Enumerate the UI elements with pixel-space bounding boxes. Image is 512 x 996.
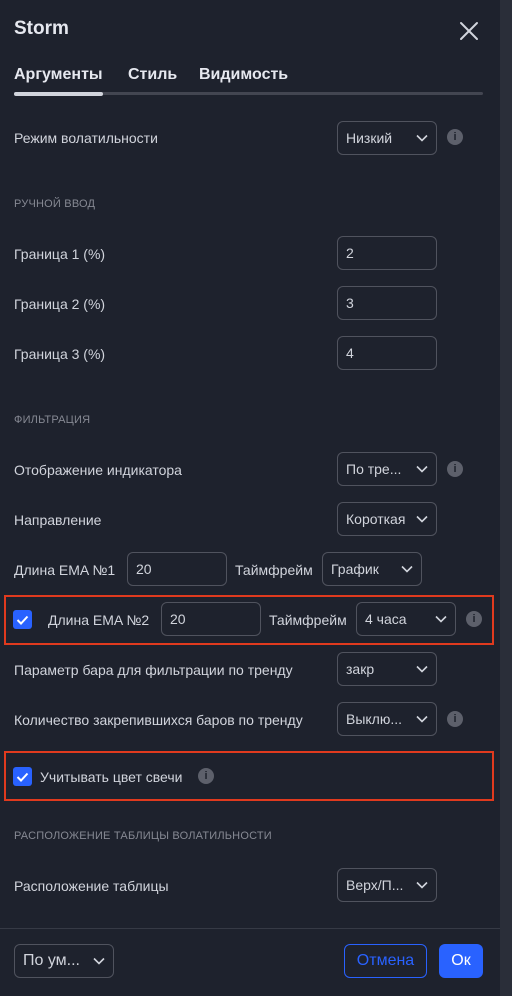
indicator-display-label: Отображение индикатора: [14, 462, 182, 478]
ema1-timeframe-label: Таймфрейм: [235, 562, 313, 578]
bar-param-label: Параметр бара для фильтрации по тренду: [14, 662, 293, 678]
chevron-down-icon: [416, 465, 428, 473]
border2-value: 3: [346, 295, 354, 311]
border3-input[interactable]: 4: [337, 336, 437, 370]
info-icon[interactable]: i: [447, 461, 463, 477]
footer-divider: [0, 928, 500, 929]
scrollbar-edge: [500, 0, 512, 996]
bar-param-value: закр: [346, 661, 375, 677]
info-icon[interactable]: i: [447, 711, 463, 727]
table-placement-select[interactable]: Верх/П...: [337, 868, 437, 902]
ema1-value: 20: [136, 561, 152, 577]
tab-style[interactable]: Стиль: [128, 66, 177, 84]
ema2-checkbox[interactable]: [13, 610, 32, 629]
border3-label: Граница 3 (%): [14, 346, 106, 362]
close-button[interactable]: [456, 18, 482, 44]
chevron-down-icon: [416, 134, 428, 142]
bars-count-label: Количество закрепившихся баров по тренду: [14, 712, 303, 728]
border1-label: Граница 1 (%): [14, 246, 106, 262]
border2-label: Граница 2 (%): [14, 296, 106, 312]
chevron-down-icon: [401, 565, 413, 573]
checkmark-icon: [16, 772, 29, 782]
volatility-value: Низкий: [346, 130, 393, 146]
ema1-input[interactable]: 20: [127, 552, 227, 586]
direction-value: Короткая: [346, 511, 406, 527]
section-filter: ФИЛЬТРАЦИЯ: [14, 414, 91, 426]
chevron-down-icon: [93, 957, 105, 965]
direction-select[interactable]: Короткая: [337, 502, 437, 536]
chevron-down-icon: [416, 715, 428, 723]
indicator-display-select[interactable]: По тре...: [337, 452, 437, 486]
ema2-timeframe-value: 4 часа: [365, 611, 407, 627]
ema2-label: Длина EMA №2: [48, 612, 150, 628]
checkmark-icon: [16, 615, 29, 625]
ema1-timeframe-select[interactable]: График: [322, 552, 422, 586]
border2-input[interactable]: 3: [337, 286, 437, 320]
chevron-down-icon: [435, 615, 447, 623]
bar-param-select[interactable]: закр: [337, 652, 437, 686]
bars-count-select[interactable]: Выклю...: [337, 702, 437, 736]
chevron-down-icon: [416, 881, 428, 889]
tab-visibility[interactable]: Видимость: [199, 66, 288, 84]
border3-value: 4: [346, 345, 354, 361]
border1-input[interactable]: 2: [337, 236, 437, 270]
ema1-timeframe-value: График: [331, 561, 379, 577]
section-table-placement: РАСПОЛОЖЕНИЕ ТАБЛИЦЫ ВОЛАТИЛЬНОСТИ: [14, 830, 272, 842]
ema1-label: Длина EMA №1: [14, 562, 116, 578]
tab-arguments[interactable]: Аргументы: [14, 66, 103, 84]
info-icon[interactable]: i: [198, 768, 214, 784]
defaults-value: По ум...: [23, 952, 80, 969]
chevron-down-icon: [416, 515, 428, 523]
ok-button[interactable]: Ок: [439, 944, 483, 978]
bars-count-value: Выклю...: [346, 711, 403, 727]
ema2-timeframe-select[interactable]: 4 часа: [356, 602, 456, 636]
dialog-title: Storm: [14, 18, 69, 39]
border1-value: 2: [346, 245, 354, 261]
close-icon: [460, 22, 478, 40]
cancel-button[interactable]: Отмена: [344, 944, 427, 978]
indicator-display-value: По тре...: [346, 461, 402, 477]
ema2-timeframe-label: Таймфрейм: [269, 612, 347, 628]
candle-color-checkbox[interactable]: [13, 767, 32, 786]
ema2-value: 20: [170, 611, 186, 627]
ema2-input[interactable]: 20: [161, 602, 261, 636]
direction-label: Направление: [14, 512, 102, 528]
chevron-down-icon: [416, 665, 428, 673]
candle-color-label: Учитывать цвет свечи: [40, 769, 183, 785]
info-icon[interactable]: i: [466, 611, 482, 627]
table-placement-label: Расположение таблицы: [14, 878, 169, 894]
volatility-label: Режим волатильности: [14, 130, 158, 146]
section-manual-input: РУЧНОЙ ВВОД: [14, 198, 96, 210]
table-placement-value: Верх/П...: [346, 877, 404, 893]
info-icon[interactable]: i: [447, 129, 463, 145]
volatility-select[interactable]: Низкий: [337, 121, 437, 155]
defaults-select[interactable]: По ум...: [14, 944, 114, 978]
tab-active-indicator: [14, 92, 103, 96]
